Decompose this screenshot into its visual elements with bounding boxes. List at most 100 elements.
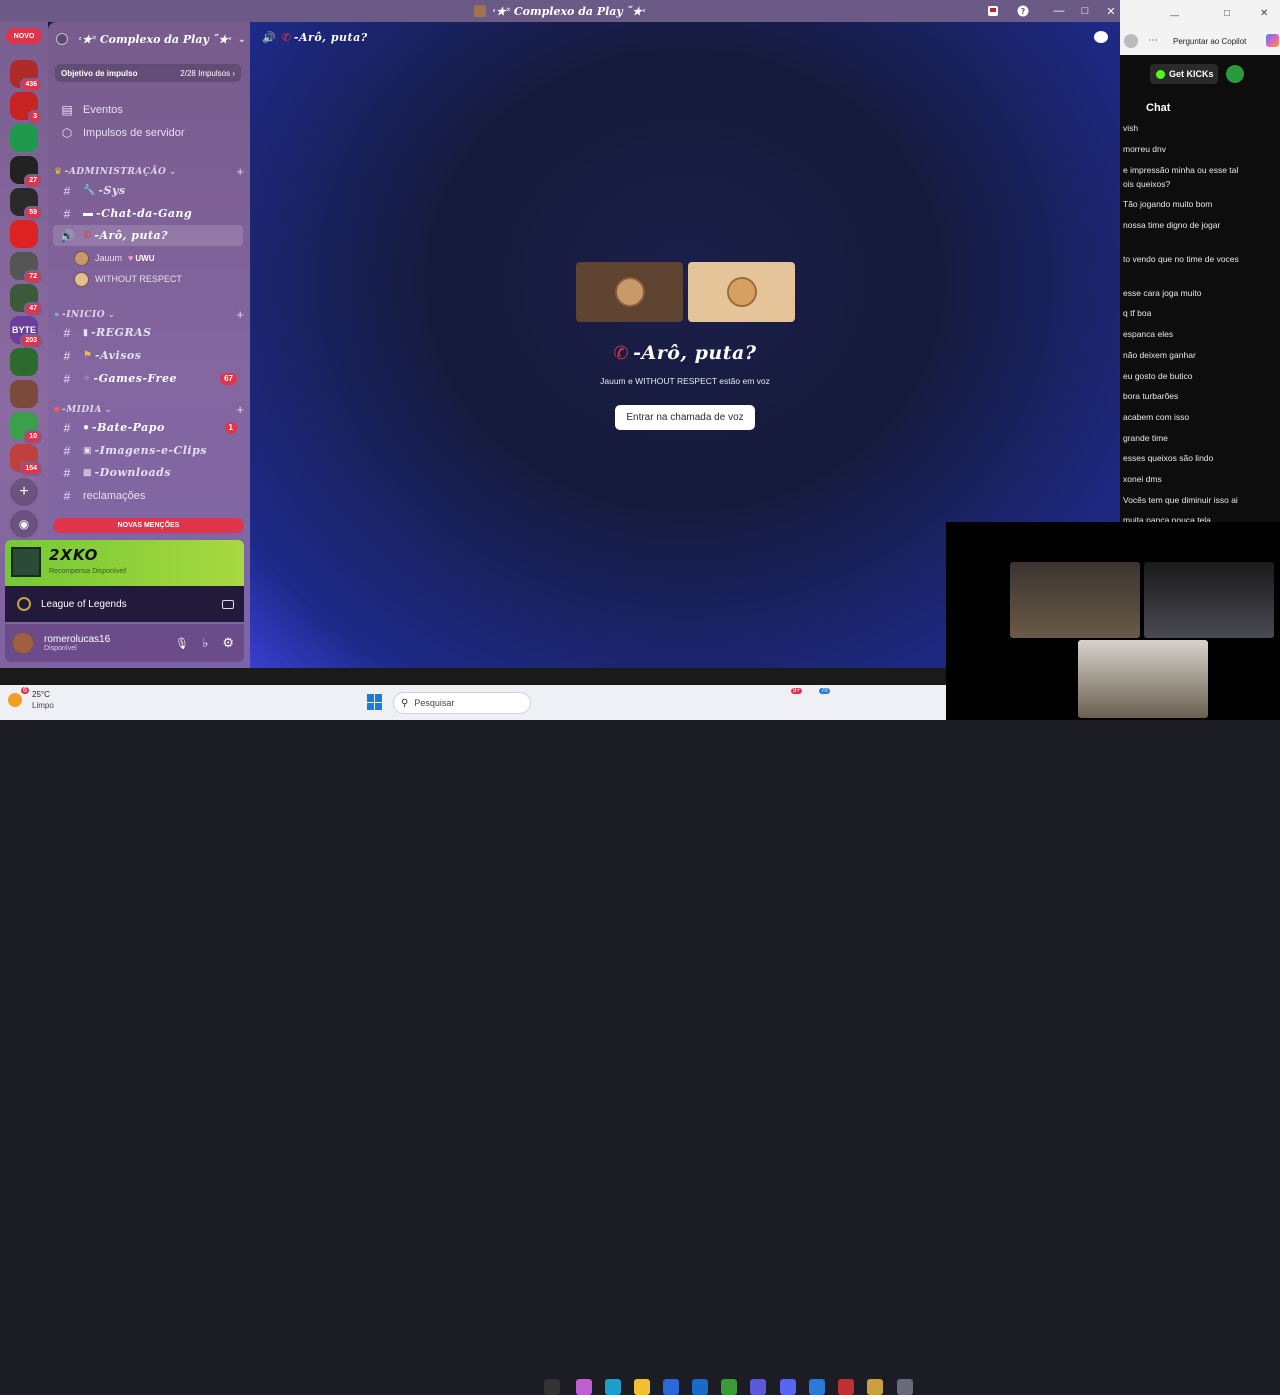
channel-downloads[interactable]: # ▩ -Downloads — [53, 462, 243, 483]
close-icon[interactable]: ✕ — [1260, 8, 1268, 19]
server-icon[interactable]: 154 — [10, 444, 42, 476]
messenger-icon[interactable] — [809, 1379, 825, 1395]
events-item[interactable]: ▤ Eventos — [53, 99, 243, 120]
outlook-icon[interactable] — [692, 1379, 708, 1395]
game-activity[interactable]: League of Legends — [5, 586, 244, 622]
voice-tile-without-respect[interactable] — [688, 262, 795, 322]
server-icon[interactable]: 47 — [10, 284, 42, 316]
server-icon[interactable]: BYTE 203 — [10, 316, 42, 348]
maximize-icon[interactable]: □ — [1224, 8, 1230, 19]
server-boosts-item[interactable]: ⬡ Impulsos de servidor — [53, 122, 243, 143]
more-icon[interactable]: ⋯ — [1148, 35, 1158, 46]
voice-tile-jauum[interactable] — [576, 262, 683, 322]
category-inicio[interactable]: ● -INICIO ⌄ + — [54, 307, 244, 322]
category-admin[interactable]: ♛ -ADMINISTRAÇÃO ⌄ + — [54, 164, 244, 179]
server-icon[interactable] — [10, 220, 38, 248]
new-badge[interactable]: NOVO — [6, 28, 42, 44]
widgets-icon[interactable] — [544, 1379, 560, 1395]
minimize-icon[interactable]: — — [1170, 10, 1179, 20]
add-channel-icon[interactable]: + — [236, 307, 244, 322]
mention-badge: 10 — [24, 430, 42, 444]
server-header[interactable]: ˓★˟ Complexo da Play ˝★˓ ⌄ — [56, 28, 246, 50]
server-icon[interactable]: 27 — [10, 156, 42, 188]
voice-user1-name: Jauum — [95, 253, 123, 263]
chat-message: bora turbarões — [1123, 391, 1179, 401]
windows-start-icon[interactable] — [367, 694, 383, 710]
server-icon[interactable]: 10 — [10, 412, 42, 444]
channel-reclamacoes[interactable]: # reclamações — [53, 485, 243, 506]
maximize-icon[interactable]: □ — [1072, 0, 1098, 22]
profile-icon[interactable] — [1124, 34, 1138, 48]
get-kicks-button[interactable]: Get KICKs — [1150, 64, 1218, 84]
chat-message: xonei dms — [1123, 474, 1162, 484]
add-channel-icon[interactable]: + — [236, 402, 244, 417]
channel-imagens[interactable]: # ▣ -Imagens-e-Clips — [53, 440, 243, 461]
file-explorer-icon[interactable] — [634, 1379, 650, 1395]
microphone-icon[interactable]: 🎙 — [175, 637, 189, 650]
chat-bubble-icon[interactable] — [1094, 31, 1108, 43]
server-icon[interactable] — [10, 348, 38, 376]
voice-title: ✆ -Arô, puta? — [500, 342, 870, 364]
channel-sys[interactable]: # 🔧 -Sys — [53, 180, 243, 201]
server-icon[interactable]: 3 — [10, 92, 42, 124]
minimize-icon[interactable]: — — [1046, 0, 1072, 22]
webcam-feed-bottom — [1078, 640, 1208, 718]
chevron-down-icon[interactable]: ⌄ — [238, 34, 246, 45]
discover-icon[interactable]: ◉ — [10, 510, 38, 538]
weather-widget[interactable]: 6 25°C Limpo — [8, 687, 54, 711]
username[interactable]: romerolucas16 — [44, 634, 110, 645]
inbox-icon[interactable] — [980, 0, 1006, 22]
store-icon[interactable] — [663, 1379, 679, 1395]
channel-avisos-label: -Avisos — [94, 349, 142, 362]
chat-title: Chat — [1146, 102, 1171, 114]
screen-share-icon[interactable] — [222, 599, 234, 609]
edge-icon[interactable] — [605, 1379, 621, 1395]
minecraft-icon[interactable] — [721, 1379, 737, 1395]
league-icon[interactable] — [867, 1379, 883, 1395]
mention-badge: 47 — [24, 302, 42, 316]
taskbar-search[interactable]: ⚲ Pesquisar — [393, 692, 531, 714]
game-launcher-icon[interactable] — [838, 1379, 854, 1395]
ask-copilot-button[interactable]: Perguntar ao Copilot — [1173, 37, 1246, 46]
settings-icon[interactable] — [897, 1379, 913, 1395]
new-mentions-button[interactable]: NOVAS MENÇÕES — [53, 518, 244, 533]
help-icon[interactable]: ? — [1010, 0, 1036, 22]
voice-user-jauum[interactable]: Jauum ♥ UWU — [74, 248, 154, 268]
channel-reclamacoes-label: reclamações — [83, 489, 146, 502]
server-icon[interactable] — [10, 124, 38, 152]
server-icon[interactable] — [10, 380, 38, 408]
user-avatar[interactable] — [12, 632, 34, 654]
boost-value: 2/28 Impulsos — [180, 68, 231, 78]
boost-goal[interactable]: Objetivo de impulso 2/28 Impulsos › — [55, 64, 241, 82]
voice-user-without-respect[interactable]: WITHOUT RESPECT — [74, 269, 182, 289]
channel-bate-papo[interactable]: # ● -Bate-Papo 1 — [53, 417, 243, 438]
unread-badge: 1 — [224, 421, 237, 434]
channel-games-free[interactable]: # ✧ -Games-Free 67 — [53, 368, 243, 389]
channel-avisos[interactable]: # ⚑ -Avisos — [53, 345, 243, 366]
copilot-icon[interactable] — [576, 1379, 592, 1395]
user-avatar[interactable] — [1226, 65, 1244, 83]
kick-chat: Get KICKs Chat vish morreu dnv e impressão… — [1120, 55, 1280, 525]
channel-chat-da-gang[interactable]: # ▬ -Chat-da-Gang — [53, 203, 243, 224]
chat-message: e impressão minha ou esse tal — [1123, 165, 1239, 175]
server-icon[interactable]: 436 — [10, 60, 42, 92]
add-channel-icon[interactable]: + — [236, 164, 244, 179]
unread-badge: 67 — [220, 372, 237, 385]
server-icon[interactable]: 59 — [10, 188, 42, 220]
avatar — [726, 277, 757, 307]
kick-icon — [1156, 69, 1165, 79]
promo-banner[interactable]: 2XKO Recompensa Disponível! — [5, 540, 244, 586]
channel-regras[interactable]: # ▮ -REGRAS — [53, 322, 243, 343]
teams-icon[interactable] — [750, 1379, 766, 1395]
join-voice-button[interactable]: Entrar na chamada de voz — [615, 405, 755, 430]
voice-channel-active[interactable]: 🔊 ✆ -Arô, puta? — [53, 225, 243, 246]
discord-icon[interactable] — [780, 1379, 796, 1395]
crown-icon: ♛ — [54, 165, 63, 176]
add-server-icon[interactable]: + — [10, 478, 38, 506]
copilot-icon[interactable] — [1266, 34, 1279, 47]
category-midia[interactable]: ■ -MIDIA ⌄ + — [54, 402, 244, 417]
headphones-icon[interactable]: ♭ — [203, 636, 209, 650]
gear-icon[interactable]: ⚙ — [222, 635, 234, 651]
server-icon[interactable]: 72 — [10, 252, 42, 284]
webcam-feed-left — [1010, 562, 1140, 638]
